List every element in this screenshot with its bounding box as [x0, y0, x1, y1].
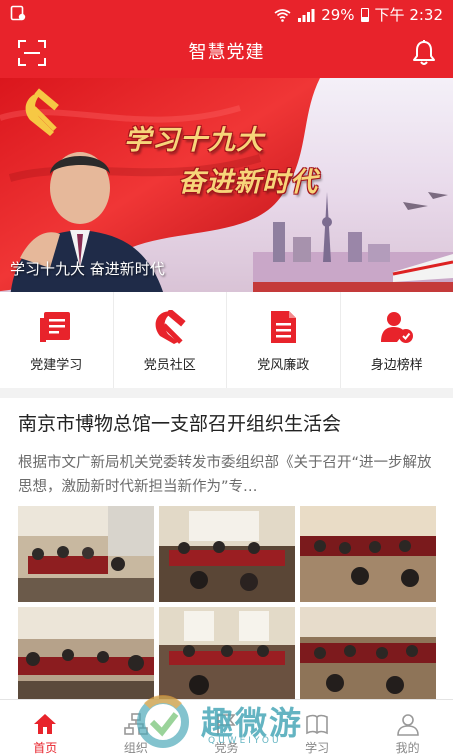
news-title[interactable]: 南京市博物总馆一支部召开组织生活会: [18, 409, 438, 436]
news-photo-grid: [18, 506, 436, 703]
home-icon: [33, 712, 57, 736]
tab-me[interactable]: 我的: [362, 700, 453, 752]
book-icon: [38, 310, 74, 344]
tab-label: 组织: [91, 739, 182, 756]
banner-headline-1: 学习十九大: [124, 118, 264, 157]
battery-icon: [361, 8, 369, 22]
person-badge-icon: [379, 310, 415, 344]
notification-icon: [10, 5, 26, 21]
tab-home[interactable]: 首页: [0, 700, 91, 752]
quick-nav-label: 身边榜样: [341, 354, 453, 373]
quick-nav-label: 党员社区: [114, 354, 227, 373]
bell-icon[interactable]: [411, 39, 437, 67]
page-title: 智慧党建: [0, 28, 453, 78]
quick-nav-party-study[interactable]: 党建学习: [0, 292, 114, 388]
org-icon: [124, 712, 148, 736]
news-photo[interactable]: [159, 506, 295, 602]
tab-label: 党务: [181, 739, 272, 756]
banner-caption: 学习十九大 奋进新时代: [10, 258, 165, 279]
bottom-nav: 首页 组织 党务 学习 我的: [0, 699, 453, 752]
news-photo[interactable]: [300, 607, 436, 703]
news-photo[interactable]: [159, 607, 295, 703]
section-divider: [0, 388, 453, 398]
user-icon: [396, 712, 420, 736]
party-emblem-icon: [152, 310, 188, 344]
signal-icon: [297, 8, 315, 22]
news-photo[interactable]: [18, 506, 154, 602]
quick-nav: 党建学习 党员社区 党风廉政 身边榜样: [0, 292, 453, 389]
status-right: 29% 下午 2:32: [274, 4, 443, 25]
clock: 下午 2:32: [375, 4, 443, 25]
banner-headline-2: 奋进新时代: [178, 160, 318, 199]
banner-carousel[interactable]: 学习十九大 奋进新时代 学习十九大 奋进新时代: [0, 78, 453, 292]
quick-nav-label: 党建学习: [0, 354, 113, 373]
app-header: 智慧党建: [0, 28, 453, 78]
tab-study[interactable]: 学习: [272, 700, 363, 752]
flag-icon: [214, 712, 238, 736]
quick-nav-integrity[interactable]: 党风廉政: [227, 292, 341, 388]
document-icon: [265, 310, 301, 344]
tab-label: 我的: [362, 739, 453, 756]
quick-nav-party-community[interactable]: 党员社区: [114, 292, 228, 388]
battery-percent: 29%: [321, 6, 354, 24]
news-photo[interactable]: [300, 506, 436, 602]
news-summary: 根据市文广新局机关党委转发市委组织部《关于召开“进一步解放思想，激励新时代新担当…: [18, 451, 438, 499]
tab-party-affairs[interactable]: 党务: [181, 700, 272, 752]
quick-nav-role-models[interactable]: 身边榜样: [341, 292, 453, 388]
quick-nav-label: 党风廉政: [227, 354, 340, 373]
tab-label: 首页: [0, 739, 91, 756]
tab-label: 学习: [272, 739, 363, 756]
news-photo[interactable]: [18, 607, 154, 703]
wifi-icon: [274, 8, 291, 22]
tab-organization[interactable]: 组织: [91, 700, 182, 752]
status-bar: 29% 下午 2:32: [0, 0, 453, 28]
study-icon: [305, 712, 329, 736]
